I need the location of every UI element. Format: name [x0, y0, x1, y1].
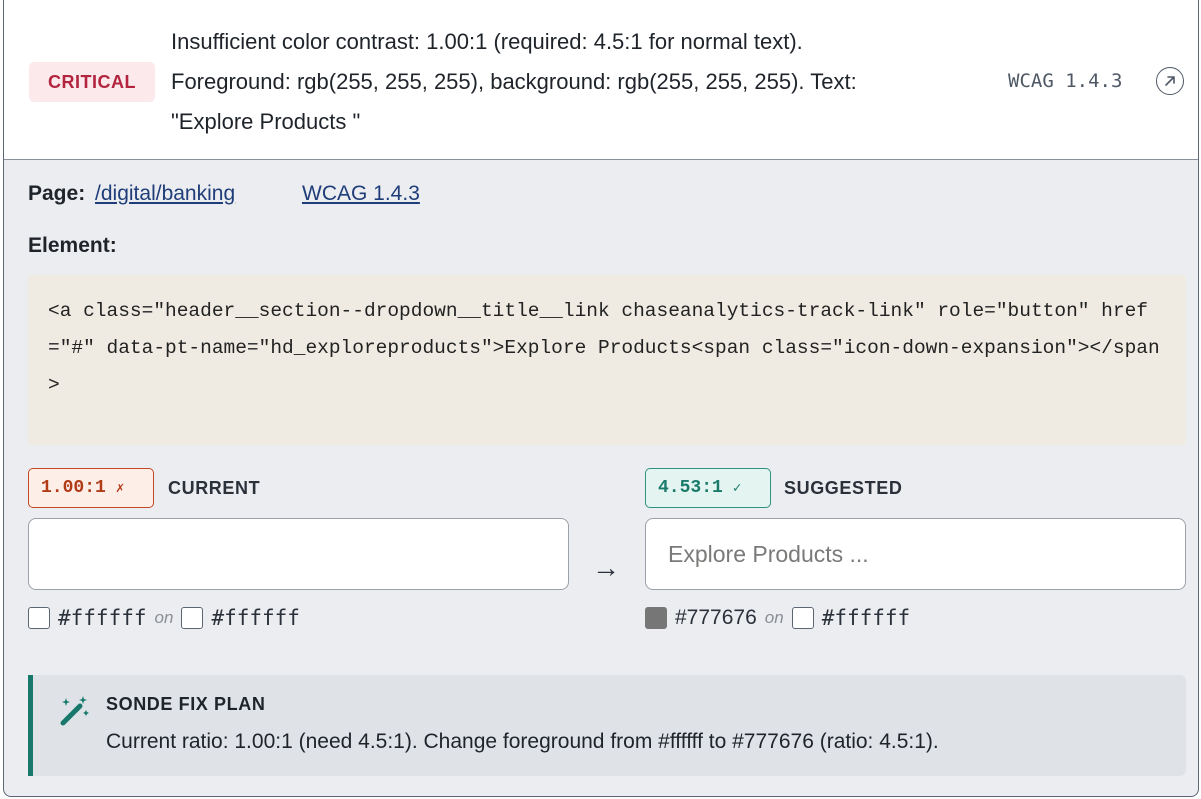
page-label: Page: [28, 182, 86, 205]
issue-description: Insufficient color contrast: 1.00:1 (req… [171, 22, 991, 142]
current-preview-text: Explore Products ... [51, 540, 252, 567]
foreground-hex: #ffffff [58, 606, 147, 630]
jump-to-element-icon[interactable] [1156, 67, 1184, 95]
fix-plan-title: SONDE FIX PLAN [106, 694, 266, 714]
issue-card: CRITICAL Insufficient color contrast: 1.… [3, 0, 1199, 797]
on-label: on [764, 608, 784, 627]
issue-header[interactable]: CRITICAL Insufficient color contrast: 1.… [4, 0, 1198, 160]
foreground-swatch [645, 607, 667, 629]
background-swatch [791, 607, 814, 629]
fail-icon: ✗ [115, 480, 125, 497]
page-row: Page: /digital/banking WCAG 1.4.3 [28, 182, 420, 206]
suggested-color-pair: #777676 on #ffffff [645, 606, 910, 630]
foreground-swatch [28, 607, 50, 629]
arrow-up-right-icon [1165, 76, 1175, 86]
issue-description-line: Foreground: rgb(255, 255, 255), backgrou… [171, 69, 857, 94]
wcag-link[interactable]: WCAG 1.4.3 [302, 182, 420, 206]
magic-wand-icon [60, 696, 89, 726]
suggested-preview: Explore Products ... [645, 518, 1186, 590]
current-ratio-badge: 1.00:1 ✗ [28, 468, 154, 508]
element-code: <a class="header__section--dropdown__tit… [28, 275, 1186, 445]
current-ratio-value: 1.00:1 [41, 478, 106, 498]
issue-description-line: "Explore Products " [171, 109, 361, 134]
current-label: CURRENT [168, 478, 261, 498]
fix-plan-text: Current ratio: 1.00:1 (need 4.5:1). Chan… [106, 730, 939, 753]
on-label: on [154, 608, 174, 627]
issue-description-line: Insufficient color contrast: 1.00:1 (req… [171, 29, 803, 54]
issue-details: Page: /digital/banking WCAG 1.4.3 Elemen… [4, 160, 1198, 796]
arrow-right-icon: → [592, 552, 620, 583]
pass-icon: ✓ [732, 480, 742, 497]
background-hex: #ffffff [821, 606, 911, 630]
background-swatch [181, 607, 204, 629]
page-link[interactable]: /digital/banking [95, 182, 235, 205]
severity-badge: CRITICAL [29, 62, 155, 102]
background-hex: #ffffff [211, 606, 300, 630]
fix-plan-panel: SONDE FIX PLAN Current ratio: 1.00:1 (ne… [28, 675, 1186, 776]
current-color-pair: #ffffff on #ffffff [28, 606, 300, 630]
foreground-hex: #777676 [675, 606, 757, 629]
suggested-label: SUGGESTED [784, 478, 903, 498]
current-preview: Explore Products ... [28, 518, 569, 590]
wcag-reference: WCAG 1.4.3 [1008, 70, 1123, 92]
suggested-ratio-badge: 4.53:1 ✓ [645, 468, 771, 508]
element-label: Element: [28, 234, 117, 257]
suggested-preview-text: Explore Products ... [668, 540, 869, 567]
suggested-ratio-value: 4.53:1 [658, 478, 723, 498]
